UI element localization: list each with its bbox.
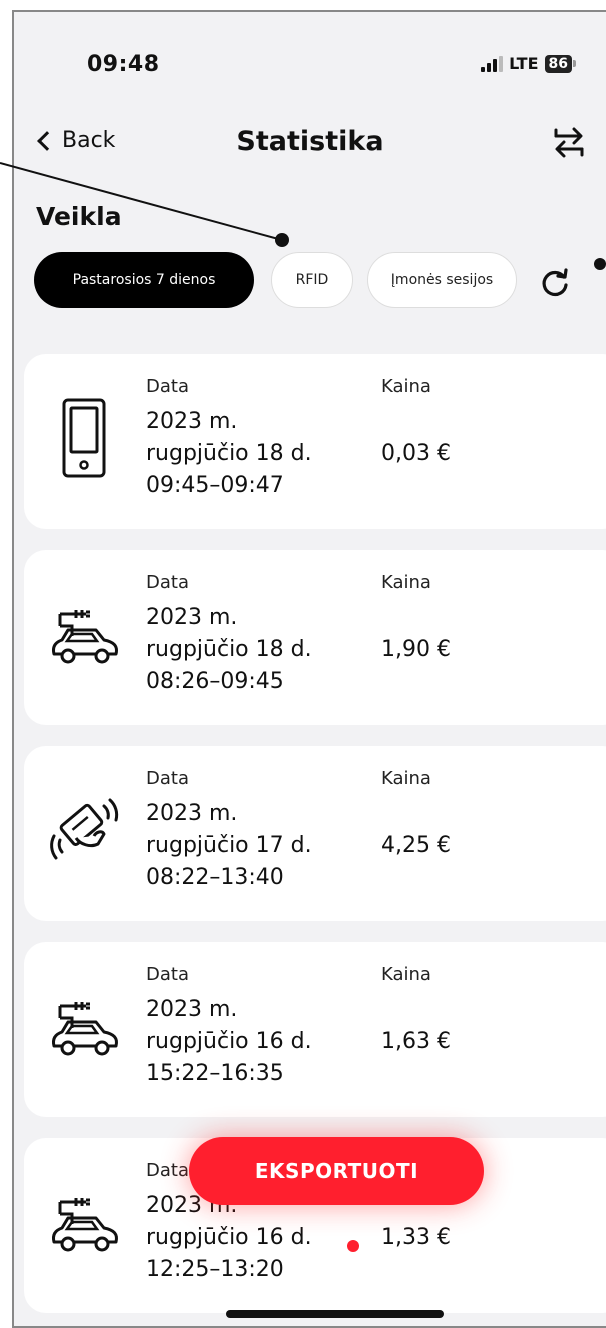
price-label: Kaina bbox=[381, 768, 431, 789]
car-charger-icon bbox=[52, 1198, 118, 1252]
session-time: 08:26–09:45 bbox=[146, 669, 284, 694]
network-label: LTE bbox=[509, 54, 539, 73]
section-title: Veikla bbox=[36, 202, 122, 231]
status-time: 09:48 bbox=[87, 52, 160, 77]
session-date: 2023 m. rugpjūčio 18 d. 08:26–09:45 bbox=[146, 602, 312, 698]
session-date: 2023 m. rugpjūčio 16 d. 15:22–16:35 bbox=[146, 994, 312, 1090]
price-label: Kaina bbox=[381, 572, 431, 593]
session-day: rugpjūčio 18 d. bbox=[146, 637, 312, 662]
session-day: rugpjūčio 18 d. bbox=[146, 441, 312, 466]
session-time: 12:25–13:20 bbox=[146, 1257, 284, 1282]
session-price: 1,63 € bbox=[381, 1029, 451, 1054]
date-label: Data bbox=[146, 964, 189, 985]
indicator-dot bbox=[347, 1240, 359, 1252]
session-date: 2023 m. rugpjūčio 17 d. 08:22–13:40 bbox=[146, 798, 312, 894]
filter-rfid[interactable]: RFID bbox=[271, 252, 353, 308]
page-title: Statistika bbox=[236, 126, 384, 157]
car-charger-icon bbox=[52, 610, 118, 664]
filter-last-7-days[interactable]: Pastarosios 7 dienos bbox=[34, 252, 254, 308]
session-price: 1,90 € bbox=[381, 637, 451, 662]
date-label: Data bbox=[146, 768, 189, 789]
date-label: Data bbox=[146, 1160, 189, 1181]
date-label: Data bbox=[146, 376, 189, 397]
session-year: 2023 m. bbox=[146, 409, 238, 434]
phone-screen: 09:48 LTE 86 Back Statistika Veikla Past… bbox=[12, 10, 606, 1328]
session-price: 1,33 € bbox=[381, 1225, 451, 1250]
session-card[interactable]: Data Kaina 2023 m. rugpjūčio 18 d. 08:26… bbox=[24, 550, 606, 725]
rfid-card-icon bbox=[50, 798, 119, 860]
refresh-icon[interactable] bbox=[539, 266, 571, 298]
price-label: Kaina bbox=[381, 964, 431, 985]
session-time: 08:22–13:40 bbox=[146, 865, 284, 890]
session-day: rugpjūčio 16 d. bbox=[146, 1029, 312, 1054]
session-time: 15:22–16:35 bbox=[146, 1061, 284, 1086]
status-indicators: LTE 86 bbox=[481, 54, 576, 73]
session-time: 09:45–09:47 bbox=[146, 473, 284, 498]
signal-icon bbox=[481, 55, 504, 72]
session-card[interactable]: Data Kaina 2023 m. rugpjūčio 16 d. 15:22… bbox=[24, 942, 606, 1117]
filter-company-sessions[interactable]: Įmonės sesijos bbox=[367, 252, 517, 308]
session-card[interactable]: Data Kaina 2023 m. rugpjūčio 18 d. 09:45… bbox=[24, 354, 606, 529]
session-year: 2023 m. bbox=[146, 997, 238, 1022]
swap-icon[interactable] bbox=[552, 122, 586, 162]
session-price: 0,03 € bbox=[381, 441, 451, 466]
car-charger-icon bbox=[52, 1002, 118, 1056]
home-indicator bbox=[226, 1310, 444, 1318]
session-year: 2023 m. bbox=[146, 605, 238, 630]
battery-level: 86 bbox=[544, 54, 572, 73]
session-date: 2023 m. rugpjūčio 18 d. 09:45–09:47 bbox=[146, 406, 312, 502]
session-card[interactable]: Data Kaina 2023 m. rugpjūčio 17 d. 08:22… bbox=[24, 746, 606, 921]
session-day: rugpjūčio 16 d. bbox=[146, 1225, 312, 1250]
session-year: 2023 m. bbox=[146, 801, 238, 826]
session-price: 4,25 € bbox=[381, 833, 451, 858]
date-label: Data bbox=[146, 572, 189, 593]
session-day: rugpjūčio 17 d. bbox=[146, 833, 312, 858]
price-label: Kaina bbox=[381, 376, 431, 397]
smartphone-icon bbox=[62, 398, 106, 478]
battery-icon: 86 bbox=[544, 54, 576, 73]
export-button[interactable]: EKSPORTUOTI bbox=[189, 1137, 484, 1205]
